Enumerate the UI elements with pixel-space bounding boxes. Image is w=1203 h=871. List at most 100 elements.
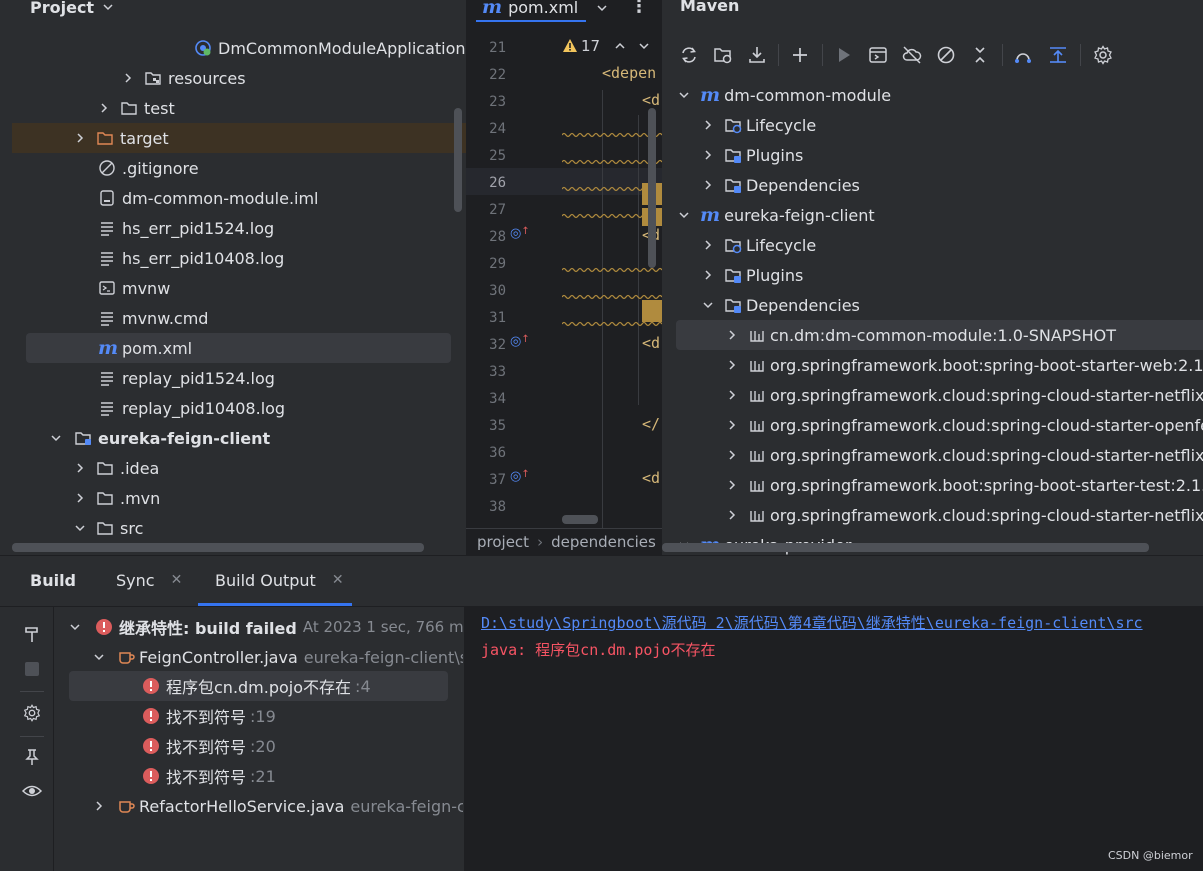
- project-vertical-scrollbar[interactable]: [454, 108, 462, 212]
- close-icon[interactable]: ✕: [171, 572, 183, 588]
- code-line-37[interactable]: <d: [642, 469, 660, 487]
- override-gutter-icon[interactable]: ◎↑: [510, 226, 530, 241]
- download-icon[interactable]: [746, 44, 768, 66]
- tab-pom-xml[interactable]: m pom.xml: [482, 0, 578, 22]
- settings-icon[interactable]: [1092, 44, 1114, 66]
- add-icon[interactable]: [789, 44, 811, 66]
- tree-item-log[interactable]: hs_err_pid10408.log: [98, 243, 284, 273]
- chevron-down-icon[interactable]: [69, 621, 81, 633]
- maven-dependency-item[interactable]: cn.dm:dm-common-module:1.0-SNAPSHOT: [726, 320, 1116, 350]
- chevron-right-icon[interactable]: [74, 132, 86, 144]
- code-line-35[interactable]: </: [642, 415, 660, 433]
- maven-project-eureka-feign-client[interactable]: m eureka-feign-client: [678, 200, 875, 230]
- tab-build-output[interactable]: Build Output ✕: [215, 565, 344, 595]
- chevron-down-icon[interactable]: [74, 522, 86, 534]
- maven-plugins[interactable]: Plugins: [702, 260, 803, 290]
- tree-item-iml[interactable]: dm-common-module.iml: [98, 183, 319, 213]
- tree-item-log[interactable]: replay_pid1524.log: [98, 363, 275, 393]
- skip-tests-icon[interactable]: [935, 44, 957, 66]
- maven-plugins[interactable]: Plugins: [702, 140, 803, 170]
- breadcrumb-item[interactable]: dependencies: [551, 533, 656, 551]
- maven-dependency-item[interactable]: org.springframework.boot:spring-boot-sta…: [726, 350, 1203, 380]
- chevron-right-icon[interactable]: [726, 389, 738, 401]
- tree-item-dmcommonmoduleapplication[interactable]: DmCommonModuleApplication: [194, 33, 466, 63]
- override-gutter-icon[interactable]: ◎↑: [510, 469, 530, 484]
- chevron-right-icon[interactable]: [74, 462, 86, 474]
- chevron-down-icon[interactable]: [50, 432, 62, 444]
- tree-item-pom-xml[interactable]: m pom.xml: [98, 333, 192, 363]
- pin-icon[interactable]: [22, 747, 42, 767]
- chevron-down-icon[interactable]: [638, 40, 650, 52]
- chevron-right-icon[interactable]: [702, 269, 714, 281]
- chevron-right-icon[interactable]: [726, 329, 738, 341]
- maven-dependency-item[interactable]: org.springframework.boot:spring-boot-sta…: [726, 470, 1203, 500]
- maven-dependency-item[interactable]: org.springframework.cloud:spring-cloud-s…: [726, 410, 1203, 440]
- chevron-right-icon[interactable]: [98, 102, 110, 114]
- reload-icon[interactable]: [678, 44, 700, 66]
- maven-horizontal-scrollbar[interactable]: [662, 543, 1149, 552]
- tab-sync[interactable]: Sync ✕: [116, 565, 182, 595]
- code-line-22[interactable]: <depen: [602, 64, 656, 82]
- tree-item-resources[interactable]: resources: [122, 63, 246, 93]
- chevron-down-icon[interactable]: [678, 209, 690, 221]
- tree-item-mvnw[interactable]: mvnw: [98, 273, 170, 303]
- chevron-right-icon[interactable]: [93, 800, 105, 812]
- output-file-link[interactable]: D:\study\Springboot\源代码 2\源代码\第4章代码\继承特性…: [481, 612, 1143, 633]
- tree-item-gitignore[interactable]: .gitignore: [98, 153, 199, 183]
- chevron-right-icon[interactable]: [122, 72, 134, 84]
- tree-item-idea[interactable]: .idea: [74, 453, 159, 483]
- build-file-node[interactable]: RefactorHelloService.java eureka-feign-c…: [93, 791, 463, 821]
- inspection-widget[interactable]: 17: [562, 34, 650, 58]
- offline-mode-icon[interactable]: [901, 44, 923, 66]
- close-icon[interactable]: ✕: [332, 572, 344, 588]
- override-gutter-icon[interactable]: ◎↑: [510, 334, 530, 349]
- tree-item-target[interactable]: target: [74, 123, 169, 153]
- maven-lifecycle[interactable]: Lifecycle: [702, 110, 816, 140]
- reload-folder-icon[interactable]: [712, 44, 734, 66]
- chevron-down-icon[interactable]: [702, 299, 714, 311]
- chevron-right-icon[interactable]: [726, 449, 738, 461]
- maven-dependencies[interactable]: Dependencies: [702, 290, 860, 320]
- breadcrumb-item[interactable]: project: [477, 533, 529, 551]
- editor-vertical-scrollbar[interactable]: [648, 108, 656, 268]
- chevron-right-icon[interactable]: [726, 359, 738, 371]
- code-line-23[interactable]: <d: [642, 91, 660, 109]
- show-dependencies-icon[interactable]: [1012, 44, 1034, 66]
- maven-project-dm-common-module[interactable]: m dm-common-module: [678, 80, 891, 110]
- stop-icon[interactable]: [25, 662, 39, 676]
- tree-item-test[interactable]: test: [98, 93, 175, 123]
- eye-icon[interactable]: [21, 781, 43, 801]
- execute-goal-icon[interactable]: [867, 44, 889, 66]
- chevron-right-icon[interactable]: [702, 239, 714, 251]
- tree-item-mvn[interactable]: .mvn: [74, 483, 160, 513]
- chevron-right-icon[interactable]: [702, 119, 714, 131]
- build-error-item[interactable]: 找不到符号 :21: [142, 761, 276, 791]
- tab-dropdown-icon[interactable]: [596, 2, 608, 14]
- chevron-up-icon[interactable]: [614, 40, 626, 52]
- maven-dependencies[interactable]: Dependencies: [702, 170, 860, 200]
- build-error-item[interactable]: 找不到符号 :19: [142, 701, 276, 731]
- settings-icon[interactable]: [22, 703, 42, 723]
- maven-lifecycle[interactable]: Lifecycle: [702, 230, 816, 260]
- project-horizontal-scrollbar[interactable]: [12, 543, 424, 552]
- show-basic-phases-icon[interactable]: [1047, 44, 1069, 66]
- chevron-right-icon[interactable]: [726, 509, 738, 521]
- build-hammer-icon[interactable]: [22, 624, 42, 644]
- chevron-right-icon[interactable]: [702, 179, 714, 191]
- editor-horizontal-scrollbar[interactable]: [562, 515, 598, 524]
- run-icon[interactable]: [833, 44, 855, 66]
- build-error-item[interactable]: 找不到符号 :20: [142, 731, 276, 761]
- chevron-right-icon[interactable]: [702, 149, 714, 161]
- more-options-icon[interactable]: ⋮: [630, 0, 648, 17]
- tree-item-log[interactable]: replay_pid10408.log: [98, 393, 285, 423]
- tree-item-mvnw-cmd[interactable]: mvnw.cmd: [98, 303, 208, 333]
- maven-dependency-item[interactable]: org.springframework.cloud:spring-cloud-s…: [726, 440, 1203, 470]
- project-panel-header[interactable]: Project: [30, 0, 114, 22]
- build-file-node[interactable]: FeignController.java eureka-feign-client…: [93, 642, 463, 672]
- build-error-item[interactable]: 程序包cn.dm.pojo不存在 :4: [142, 671, 371, 701]
- maven-dependency-item[interactable]: org.springframework.cloud:spring-cloud-s…: [726, 380, 1203, 410]
- tree-item-eureka-feign-client[interactable]: eureka-feign-client: [50, 423, 270, 453]
- chevron-right-icon[interactable]: [726, 479, 738, 491]
- chevron-right-icon[interactable]: [74, 492, 86, 504]
- maven-dependency-item[interactable]: org.springframework.cloud:spring-cloud-s…: [726, 500, 1203, 530]
